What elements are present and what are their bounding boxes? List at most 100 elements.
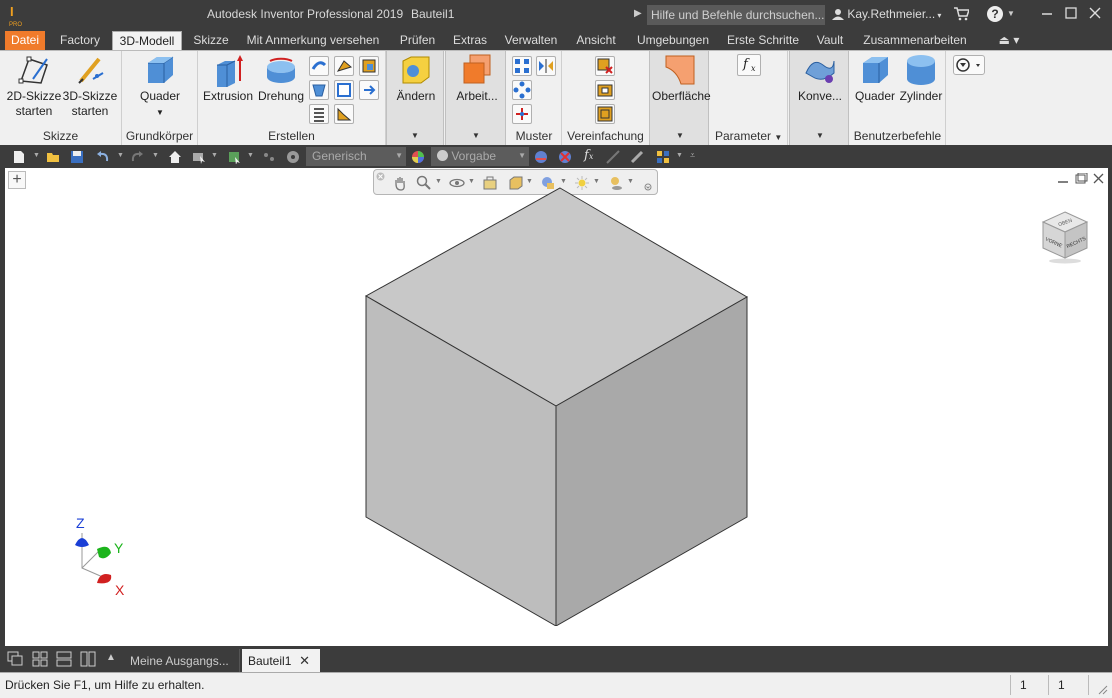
fx-parameters-icon[interactable]: fx xyxy=(737,54,761,76)
group-label-parameter[interactable]: Parameter ▼ xyxy=(710,129,787,143)
tab-vault[interactable]: Vault xyxy=(812,31,848,50)
settings-wheel-icon[interactable] xyxy=(286,150,300,164)
aendern-dropdown-icon[interactable]: ▼ xyxy=(411,131,419,140)
sweep-icon[interactable] xyxy=(309,56,329,76)
group-arbeit[interactable]: Arbeit... ▼ xyxy=(445,51,506,146)
resize-grip-icon[interactable] xyxy=(1096,683,1108,695)
extrusion-button[interactable]: Extrusion xyxy=(202,53,254,104)
tabs-menu-icon[interactable]: ▲ xyxy=(106,652,116,663)
save-icon[interactable] xyxy=(70,150,84,164)
viewcube[interactable]: OBEN VORNE RECHTS xyxy=(1037,208,1093,264)
tab-umgebungen[interactable]: Umgebungen xyxy=(632,31,714,50)
sketch-pattern-icon[interactable] xyxy=(512,104,532,124)
tile-vertical-icon[interactable] xyxy=(80,651,96,667)
cart-icon[interactable] xyxy=(953,7,969,21)
help-dropdown-icon[interactable]: ▼ xyxy=(1007,9,1015,18)
work-features-button[interactable]: Arbeit... xyxy=(452,53,502,104)
new-dropdown-icon[interactable]: ▼ xyxy=(33,152,40,159)
close-icon[interactable] xyxy=(1088,6,1102,20)
unwrap-icon[interactable] xyxy=(334,104,354,124)
redo-icon[interactable] xyxy=(130,150,144,164)
rib-icon[interactable] xyxy=(309,80,329,100)
orbit-dropdown-icon[interactable]: ▼ xyxy=(468,178,475,185)
tab-ansicht[interactable]: Ansicht xyxy=(572,31,620,50)
shell-icon[interactable] xyxy=(359,56,379,76)
tile-horizontal-icon[interactable] xyxy=(56,651,72,667)
select-dropdown-icon[interactable]: ▼ xyxy=(211,152,218,159)
search-expand-icon[interactable]: ▶ xyxy=(634,8,642,19)
primitive-box-button[interactable]: Quader ▼ xyxy=(132,53,188,120)
user-menu[interactable]: Kay.Rethmeier... ▾ xyxy=(832,7,941,21)
tab-zusammenarbeiten[interactable]: Zusammenarbeiten xyxy=(859,31,971,50)
qat-customize-icon[interactable]: ⩡ xyxy=(690,150,695,161)
ilogic-icon[interactable] xyxy=(656,150,670,164)
navbar-close-icon[interactable] xyxy=(376,172,385,181)
open-icon[interactable] xyxy=(46,150,60,164)
convert-button[interactable]: Konve... xyxy=(794,53,846,104)
tab-anmerkung[interactable]: Mit Anmerkung versehen xyxy=(243,31,383,50)
group-konvertieren[interactable]: Konve... ▼ xyxy=(789,51,849,146)
search-input[interactable]: Hilfe und Befehle durchsuchen... xyxy=(647,5,825,25)
clear-appearance-icon[interactable] xyxy=(558,150,572,164)
tab-extras[interactable]: Extras xyxy=(451,31,489,50)
coil-icon[interactable] xyxy=(309,104,329,124)
tab-skizze[interactable]: Skizze xyxy=(190,31,232,50)
measure-icon[interactable] xyxy=(606,150,620,164)
group-oberflaeche[interactable]: Oberfläche ▼ xyxy=(649,51,711,146)
cascade-windows-icon[interactable] xyxy=(7,651,23,667)
maximize-icon[interactable] xyxy=(1064,6,1078,20)
close-tab-icon[interactable]: ✕ xyxy=(299,653,310,669)
tab-home[interactable]: Meine Ausgangs... xyxy=(124,649,240,672)
view-mode-dropdown-icon[interactable]: ▼ xyxy=(526,178,533,185)
undo-icon[interactable] xyxy=(96,150,110,164)
revolve-button[interactable]: Drehung xyxy=(256,53,306,104)
update-dropdown-icon[interactable]: ▼ xyxy=(247,152,254,159)
oberflaeche-dropdown-icon[interactable]: ▼ xyxy=(676,131,684,140)
tab-erste-schritte[interactable]: Erste Schritte xyxy=(725,31,801,50)
custom-box-button[interactable]: Quader xyxy=(853,53,897,104)
lighting-dropdown-icon[interactable]: ▼ xyxy=(593,178,600,185)
custom-cylinder-button[interactable]: Zylinder xyxy=(898,53,944,104)
loft-icon[interactable] xyxy=(334,56,354,76)
minimize-icon[interactable] xyxy=(1040,6,1054,20)
start-3d-sketch-button[interactable]: 3D-Skizze starten xyxy=(62,53,118,119)
shadows-dropdown-icon[interactable]: ▼ xyxy=(627,178,634,185)
help-icon[interactable]: ? xyxy=(987,6,1003,22)
ribbon-options-icon[interactable]: ⏏ ▾ xyxy=(995,31,1023,50)
modify-button[interactable]: Ändern xyxy=(393,53,439,104)
visual-style-dropdown-icon[interactable]: ▼ xyxy=(560,178,567,185)
arbeit-dropdown-icon[interactable]: ▼ xyxy=(472,131,480,140)
ruler-icon[interactable] xyxy=(630,150,644,164)
konvertieren-dropdown-icon[interactable]: ▼ xyxy=(816,131,824,140)
inventor-logo[interactable]: I PRO xyxy=(5,4,25,28)
appearance-select[interactable]: Vorgabe ▼ xyxy=(431,147,529,166)
add-browser-button[interactable]: + xyxy=(8,171,26,189)
new-icon[interactable] xyxy=(12,150,26,164)
select-filter-icon[interactable] xyxy=(192,150,206,164)
tab-3d-modell[interactable]: 3D-Modell xyxy=(112,31,182,50)
rect-pattern-icon[interactable] xyxy=(512,56,532,76)
mirror-icon[interactable] xyxy=(536,56,556,76)
group-aendern[interactable]: Ändern ▼ xyxy=(386,51,444,146)
dots-icon[interactable] xyxy=(262,150,276,164)
zoom-dropdown-icon[interactable]: ▼ xyxy=(435,178,442,185)
fill-voids-icon[interactable] xyxy=(595,80,615,100)
tab-pruefen[interactable]: Prüfen xyxy=(395,31,440,50)
adjust-appearance-icon[interactable] xyxy=(534,150,548,164)
tab-factory[interactable]: Factory xyxy=(55,31,105,50)
fx-icon[interactable]: fx xyxy=(584,148,604,163)
redo-dropdown-icon[interactable]: ▼ xyxy=(152,152,159,159)
define-envelope-icon[interactable] xyxy=(595,104,615,124)
derive-icon[interactable] xyxy=(359,80,379,100)
quick-access-dropdown[interactable] xyxy=(953,55,985,75)
tab-bauteil1[interactable]: Bauteil1 ✕ xyxy=(242,649,320,672)
remove-details-icon[interactable] xyxy=(595,56,615,76)
ilogic-dropdown-icon[interactable]: ▼ xyxy=(676,152,683,159)
material-select[interactable]: Generisch ▼ xyxy=(306,147,406,166)
emboss-icon[interactable] xyxy=(334,80,354,100)
circular-pattern-icon[interactable] xyxy=(512,80,532,100)
home-icon[interactable] xyxy=(168,150,182,164)
box-model[interactable] xyxy=(363,186,753,626)
tile-windows-icon[interactable] xyxy=(32,651,48,667)
graphics-window[interactable]: + ▼ ▼ ▼ ▼ ▼ ▼ OBEN VORNE RECHTS Z Y X xyxy=(5,168,1108,646)
